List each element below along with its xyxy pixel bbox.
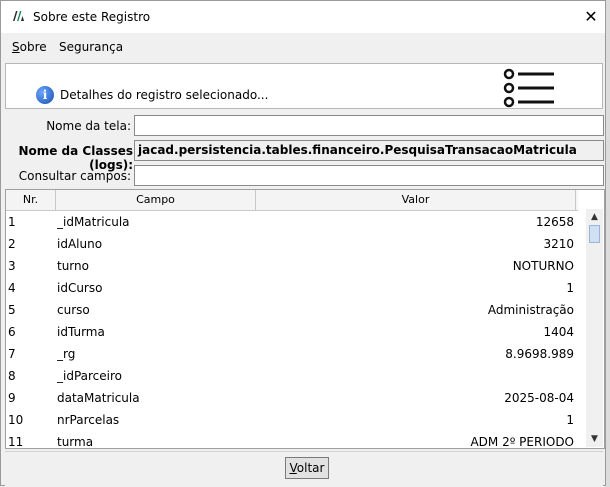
scroll-up-icon[interactable]: ▲: [586, 209, 603, 225]
app-logo-icon: [13, 11, 24, 21]
cell-campo: idAluno: [57, 237, 103, 251]
cell-valor: 1: [566, 281, 574, 295]
cell-valor: 1: [566, 413, 574, 427]
cell-campo: idTurma: [57, 325, 105, 339]
window-title: Sobre este Registro: [33, 10, 151, 24]
cell-campo: turma: [57, 435, 94, 449]
classe-label: Nome da Classes (logs):: [18, 144, 133, 172]
voltar-button-label: Voltar: [289, 461, 325, 475]
cell-nr: 1: [8, 215, 16, 229]
cell-campo: turno: [57, 259, 89, 273]
table-row[interactable]: 1 _idMatricula 12658: [6, 211, 578, 233]
table-row[interactable]: 5 curso Administração: [6, 299, 578, 321]
cell-valor: 2025-08-04: [504, 391, 574, 405]
menu-seguranca-label: Segurança: [59, 40, 124, 54]
menu-sobre[interactable]: Sobre: [12, 40, 47, 54]
nome-tela-label: Nome da tela:: [46, 119, 131, 133]
cell-valor: ADM 2º PERIODO: [470, 435, 574, 449]
header-nr[interactable]: Nr.: [6, 190, 56, 210]
cell-campo: nrParcelas: [57, 413, 120, 427]
table-row[interactable]: 7 _rg 8.9698.989: [6, 343, 578, 365]
cell-nr: 11: [8, 435, 24, 449]
consultar-campos-input[interactable]: [134, 165, 604, 186]
dialog-window: Sobre este Registro ✕ Sobre Segurança i …: [0, 0, 606, 486]
consultar-label: Consultar campos:: [18, 169, 131, 183]
cell-nr: 4: [8, 281, 16, 295]
cell-campo: _rg: [57, 347, 76, 361]
cell-campo: _idParceiro: [57, 369, 122, 383]
info-text: Detalhes do registro selecionado...: [60, 88, 269, 102]
cell-valor: NOTURNO: [512, 259, 574, 273]
cell-valor: 3210: [543, 237, 574, 251]
cell-valor: [258, 365, 574, 387]
footer: Voltar: [5, 451, 603, 486]
table-header: Nr. Campo Valor: [6, 190, 578, 211]
table-row[interactable]: 6 idTurma 1404: [6, 321, 578, 343]
list-menu-icon[interactable]: [502, 68, 558, 108]
nome-tela-field[interactable]: [134, 115, 604, 136]
table-row[interactable]: 4 idCurso 1: [6, 277, 578, 299]
menu-bar: Sobre Segurança: [1, 33, 605, 61]
header-campo[interactable]: Campo: [56, 190, 256, 210]
cell-campo: dataMatricula: [57, 391, 140, 405]
header-valor[interactable]: Valor: [256, 190, 576, 210]
menu-sobre-label: Sobre: [12, 40, 47, 54]
table-row[interactable]: 10 nrParcelas 1: [6, 409, 578, 431]
table-row[interactable]: 3 turno NOTURNO: [6, 255, 578, 277]
cell-nr: 8: [8, 369, 16, 383]
cell-nr: 5: [8, 303, 16, 317]
vertical-scrollbar[interactable]: ▲ ▼: [586, 209, 603, 447]
cell-campo: _idMatricula: [57, 215, 130, 229]
background-window-edge: [606, 0, 610, 487]
table-body: 1 _idMatricula 12658 2 idAluno 3210 3 turno NOTU…: [6, 211, 578, 449]
voltar-button[interactable]: Voltar: [285, 457, 329, 479]
info-icon: i: [36, 86, 54, 104]
table-row[interactable]: 9 dataMatricula 2025-08-04: [6, 387, 578, 409]
cell-nr: 6: [8, 325, 16, 339]
cell-valor: 12658: [535, 215, 574, 229]
title-bar[interactable]: Sobre este Registro ✕: [1, 1, 605, 33]
table-row[interactable]: 2 idAluno 3210: [6, 233, 578, 255]
cell-valor: 1404: [543, 325, 574, 339]
cell-nr: 7: [8, 347, 16, 361]
cell-campo: curso: [57, 303, 90, 317]
cell-nr: 9: [8, 391, 16, 405]
cell-valor: 8.9698.989: [505, 347, 574, 361]
cell-nr: 10: [8, 413, 24, 427]
classe-field[interactable]: jacad.persistencia.tables.financeiro.Pes…: [134, 140, 604, 161]
table-row[interactable]: 8 _idParceiro: [6, 365, 578, 387]
cell-valor: Administração: [487, 303, 574, 317]
fields-table: Nr. Campo Valor 1 _idMatricula 12658 2 idAlu…: [5, 189, 605, 449]
info-panel: i Detalhes do registro selecionado...: [5, 63, 603, 109]
cell-nr: 3: [8, 259, 16, 273]
menu-seguranca[interactable]: Segurança: [59, 40, 123, 54]
scroll-thumb[interactable]: [589, 225, 600, 243]
table-row[interactable]: 11 turma ADM 2º PERIODO: [6, 431, 578, 449]
cell-campo: idCurso: [57, 281, 103, 295]
scroll-down-icon[interactable]: ▼: [586, 431, 603, 447]
cell-nr: 2: [8, 237, 16, 251]
close-icon[interactable]: ✕: [579, 5, 603, 29]
